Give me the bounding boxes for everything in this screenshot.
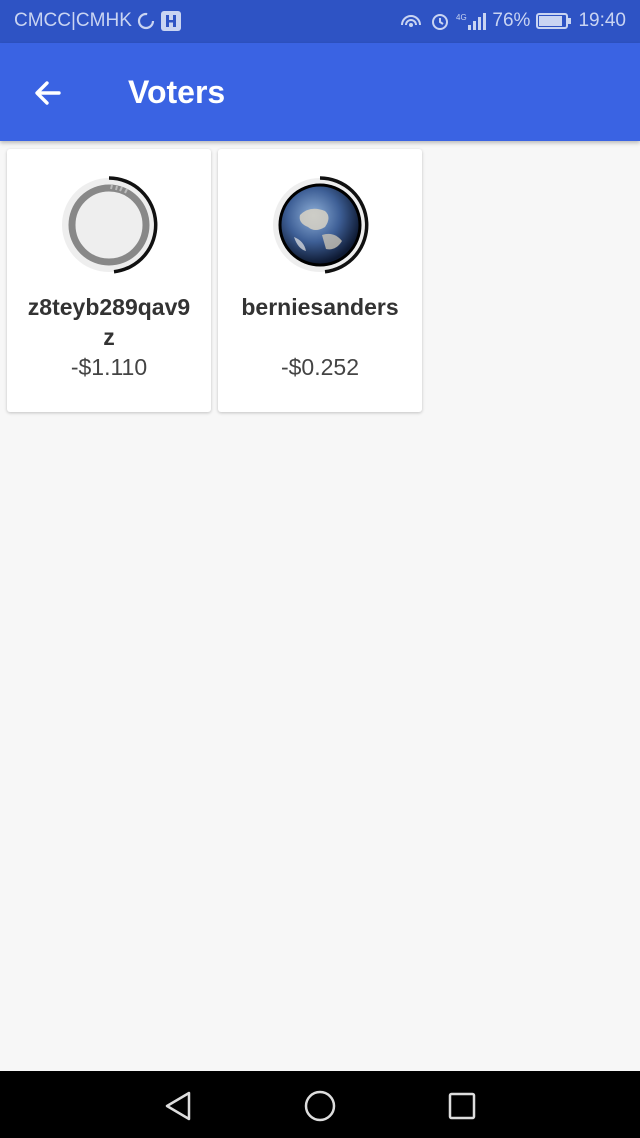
system-nav-bar [0,1071,640,1138]
default-ring-avatar [62,176,158,274]
arrow-left-icon [35,81,61,105]
alarm-icon [430,11,450,31]
nav-back-button[interactable] [158,1086,198,1126]
app-notification-icon [160,10,182,32]
hotspot-icon [398,11,424,31]
battery-percent: 76% [492,10,531,31]
signal-icon: 4G [456,11,487,31]
voter-payout: -$1.110 [70,354,148,380]
voter-card[interactable]: berniesanders -$0.252 [218,149,422,412]
voter-name: z8teyb289qav9z [27,294,191,350]
page-title: Voters [128,74,226,110]
triangle-back-icon [165,1091,191,1121]
nav-home-button[interactable] [300,1086,340,1126]
square-recents-icon [448,1092,476,1120]
sync-icon [136,11,156,31]
voter-payout: -$0.252 [280,354,359,380]
app-bar: Voters [0,43,640,141]
earth-avatar [273,176,369,274]
nav-recents-button[interactable] [442,1086,482,1126]
status-left: CMCC|CMHK [14,10,182,32]
voter-card[interactable]: z8teyb289qav9z -$1.110 [7,149,211,412]
clock-time: 19:40 [578,10,626,31]
status-right: 4G 76% 19:40 [398,10,626,32]
back-button[interactable] [26,70,72,116]
battery-icon [536,11,572,31]
voter-name: berniesanders [241,294,399,320]
status-bar: CMCC|CMHK 4G 76% 19:40 [0,0,640,43]
network-type-label: 4G [456,13,467,22]
circle-home-icon [304,1090,336,1122]
carrier-label: CMCC|CMHK [14,10,132,31]
